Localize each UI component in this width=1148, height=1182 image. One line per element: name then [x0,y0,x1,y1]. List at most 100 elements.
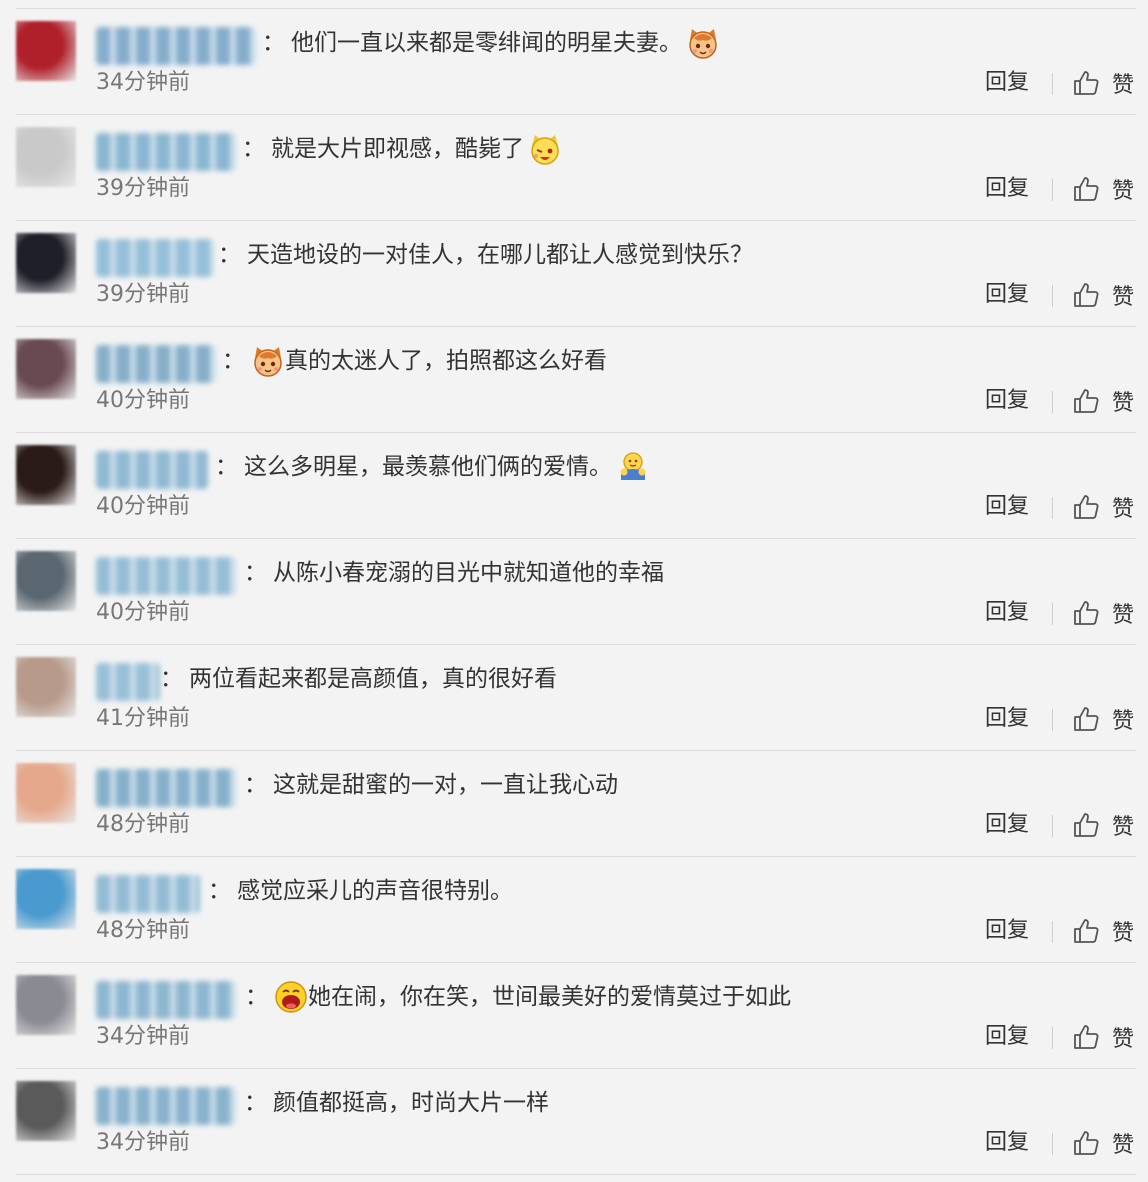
username-blurred[interactable] [96,239,214,277]
like-label: 赞 [1112,921,1135,946]
avatar[interactable] [16,869,76,929]
like-button[interactable]: 赞 [1072,280,1134,310]
avatar[interactable] [16,551,76,611]
avatar[interactable] [16,127,76,187]
comment-body: 这么多明星，最羡慕他们俩的爱情。 [244,454,612,480]
reply-button[interactable]: 回复 [985,492,1029,522]
comment-item: ：这么多明星，最羡慕他们俩的爱情。 40分钟前 回复 赞 [0,433,1148,539]
action-divider [1052,73,1053,95]
comment-item: ：感觉应采儿的声音很特别。 48分钟前 回复 赞 [0,857,1148,963]
username-colon: ： [244,772,267,798]
comment-text: ：这么多明星，最羡慕他们俩的爱情。 [215,447,650,487]
like-label: 赞 [1112,391,1135,416]
like-label: 赞 [1112,603,1135,628]
like-button[interactable]: 赞 [1072,1022,1134,1052]
reply-button[interactable]: 回复 [985,1128,1029,1158]
comment-text: ：就是大片即视感，酷毙了 [242,129,562,169]
reply-button[interactable]: 回复 [985,1022,1029,1052]
username-blurred[interactable] [96,133,236,171]
like-label: 赞 [1112,73,1135,98]
avatar[interactable] [16,445,76,505]
comment-body: 她在闹，你在笑，世间最美好的爱情莫过于如此 [308,984,791,1010]
reply-button[interactable]: 回复 [985,68,1029,98]
action-divider [1052,603,1053,625]
comment-body: 这就是甜蜜的一对，一直让我心动 [273,772,618,798]
reply-button[interactable]: 回复 [985,280,1029,310]
comment-text: ：感觉应采儿的声音很特别。 [208,871,513,911]
reply-button[interactable]: 回复 [985,386,1029,416]
action-divider [1052,1133,1053,1155]
username-blurred[interactable] [96,557,236,595]
comment-body: 真的太迷人了，拍照都这么好看 [285,348,607,374]
thumbs-up-icon [1072,69,1100,97]
timestamp: 39分钟前 [96,176,190,201]
comment-text: ：从陈小春宠溺的目光中就知道他的幸福 [244,553,664,593]
comment-text: ：他们一直以来都是零绯闻的明星夫妻。 [262,23,720,63]
timestamp: 40分钟前 [96,600,190,625]
avatar[interactable] [16,763,76,823]
thumbs-up-icon [1072,493,1100,521]
comment-body: 就是大片即视感，酷毙了 [271,136,524,162]
avatar[interactable] [16,975,76,1035]
reply-button[interactable]: 回复 [985,704,1029,734]
cat-emoji [686,26,720,60]
reply-button[interactable]: 回复 [985,598,1029,628]
thumbs-up-icon [1072,811,1100,839]
reply-button[interactable]: 回复 [985,174,1029,204]
avatar[interactable] [16,233,76,293]
like-button[interactable]: 赞 [1072,810,1134,840]
thumbs-up-icon [1072,281,1100,309]
action-divider [1052,391,1053,413]
reply-button[interactable]: 回复 [985,916,1029,946]
hug-emoji [616,450,650,484]
avatar[interactable] [16,1081,76,1141]
action-divider [1052,497,1053,519]
comment-item: ：天造地设的一对佳人，在哪儿都让人感觉到快乐？ 39分钟前 回复 赞 [0,221,1148,327]
comment-item: ： 她在闹，你在笑，世间最美好的爱情莫过于如此 34分钟前 回复 赞 [0,963,1148,1069]
username-blurred[interactable] [96,769,236,807]
comment-item: ：颜值都挺高，时尚大片一样 34分钟前 回复 赞 [0,1069,1148,1175]
comment-item: ：两位看起来都是高颜值，真的很好看 41分钟前 回复 赞 [0,645,1148,751]
avatar[interactable] [16,21,76,81]
username-colon: ： [160,666,183,692]
like-button[interactable]: 赞 [1072,68,1134,98]
username-blurred[interactable] [96,345,216,383]
action-divider [1052,815,1053,837]
thumbs-up-icon [1072,705,1100,733]
timestamp: 34分钟前 [96,1130,190,1155]
username-colon: ： [245,984,268,1010]
comment-text: ：这就是甜蜜的一对，一直让我心动 [244,765,618,805]
username-blurred[interactable] [96,1087,236,1125]
comment-item: ：这就是甜蜜的一对，一直让我心动 48分钟前 回复 赞 [0,751,1148,857]
timestamp: 34分钟前 [96,70,190,95]
username-blurred[interactable] [96,875,200,913]
username-colon: ： [218,242,241,268]
username-colon: ： [244,1090,267,1116]
username-blurred[interactable] [96,981,236,1019]
comment-body: 颜值都挺高，时尚大片一样 [273,1090,549,1116]
avatar[interactable] [16,339,76,399]
like-label: 赞 [1112,1133,1135,1158]
like-button[interactable]: 赞 [1072,916,1134,946]
timestamp: 40分钟前 [96,494,190,519]
like-button[interactable]: 赞 [1072,704,1134,734]
like-button[interactable]: 赞 [1072,1128,1134,1158]
like-button[interactable]: 赞 [1072,174,1134,204]
comment-body: 从陈小春宠溺的目光中就知道他的幸福 [273,560,664,586]
avatar[interactable] [16,657,76,717]
username-blurred[interactable] [96,27,256,65]
thumbs-up-icon [1072,599,1100,627]
like-button[interactable]: 赞 [1072,492,1134,522]
comment-item: ：从陈小春宠溺的目光中就知道他的幸福 40分钟前 回复 赞 [0,539,1148,645]
like-button[interactable]: 赞 [1072,598,1134,628]
like-button[interactable]: 赞 [1072,386,1134,416]
timestamp: 39分钟前 [96,282,190,307]
reply-button[interactable]: 回复 [985,810,1029,840]
action-divider [1052,179,1053,201]
like-label: 赞 [1112,709,1135,734]
action-divider [1052,1027,1053,1049]
username-blurred[interactable] [96,663,160,701]
username-blurred[interactable] [96,451,208,489]
comment-text: ：天造地设的一对佳人，在哪儿都让人感觉到快乐？ [218,235,753,275]
like-label: 赞 [1112,179,1135,204]
